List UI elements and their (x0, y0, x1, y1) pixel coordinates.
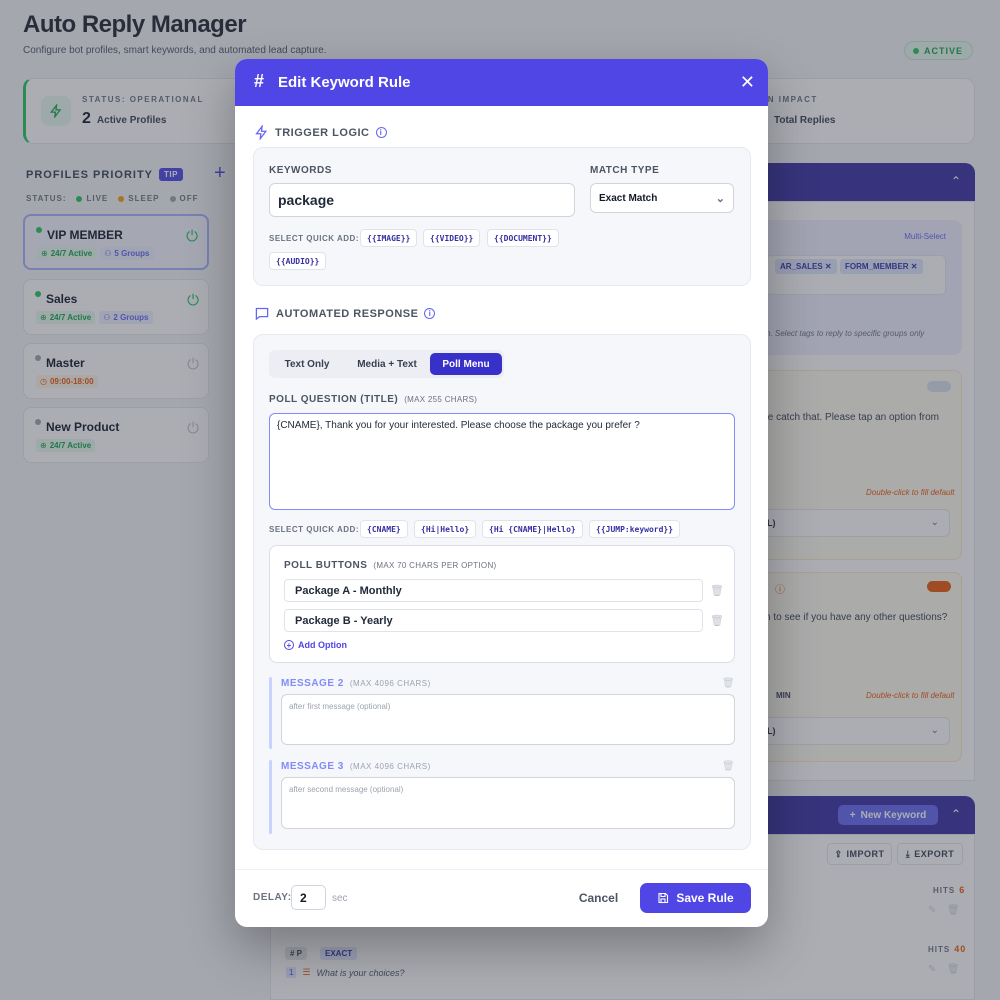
info-icon[interactable]: i (375, 127, 387, 138)
save-rule-button[interactable]: Save Rule (640, 883, 751, 913)
poll-option-input[interactable]: Package A - Monthly (284, 579, 703, 602)
message-icon (255, 307, 269, 321)
message3-label: MESSAGE 3 (MAX 4096 CHARS) (281, 761, 431, 772)
trigger-logic-heading: TRIGGER LOGIC i (254, 125, 387, 140)
trash-icon[interactable]: 🗑 (722, 761, 735, 772)
delay-unit: sec (332, 893, 348, 904)
message2-bar (269, 677, 272, 749)
quick-add-hi-hello[interactable]: {Hi|Hello} (414, 520, 477, 538)
message3-textarea[interactable]: after second message (optional) (281, 777, 735, 829)
poll-buttons-box: POLL BUTTONS (MAX 70 CHARS PER OPTION) Pa… (269, 545, 735, 663)
close-icon[interactable]: ✕ (740, 72, 755, 93)
quick-add-document[interactable]: {{DOCUMENT}} (487, 229, 559, 247)
quick-add-cname[interactable]: {CNAME} (360, 520, 408, 538)
message3-bar (269, 760, 272, 834)
message2-label: MESSAGE 2 (MAX 4096 CHARS) (281, 678, 431, 689)
keywords-input[interactable]: package (269, 183, 575, 217)
quick-add-label: SELECT QUICK ADD: (269, 525, 359, 534)
trash-icon[interactable]: 🗑 (710, 614, 724, 627)
quick-add-jump[interactable]: {{JUMP:keyword}} (589, 520, 681, 538)
quick-add-hi-cname[interactable]: {Hi {CNAME}|Hello} (482, 520, 583, 538)
info-icon[interactable]: i (424, 308, 436, 319)
trash-icon[interactable]: 🗑 (722, 678, 735, 689)
quick-add-audio[interactable]: {{AUDIO}} (269, 252, 327, 270)
match-type-select[interactable]: Exact Match ⌄ (590, 183, 734, 213)
poll-buttons-label: POLL BUTTONS (MAX 70 CHARS PER OPTION) (284, 560, 497, 571)
chevron-down-icon: ⌄ (715, 192, 725, 205)
edit-keyword-modal: # Edit Keyword Rule ✕ TRIGGER LOGIC i KE… (235, 59, 768, 927)
add-option-button[interactable]: + Add Option (284, 640, 347, 650)
message2-textarea[interactable]: after first message (optional) (281, 694, 735, 745)
response-type-tabs: Text Only Media + Text Poll Menu (269, 350, 504, 378)
modal-title: Edit Keyword Rule (278, 74, 411, 91)
poll-question-textarea[interactable]: {CNAME}, Thank you for your interested. … (269, 413, 735, 510)
keywords-label: KEYWORDS (269, 165, 332, 176)
hash-icon: # (254, 71, 265, 91)
save-icon (658, 892, 669, 904)
poll-option-input[interactable]: Package B - Yearly (284, 609, 703, 632)
quick-add-video[interactable]: {{VIDEO}} (423, 229, 481, 247)
poll-question-label: POLL QUESTION (TITLE) (MAX 255 CHARS) (269, 394, 478, 405)
modal-header: # Edit Keyword Rule ✕ (235, 59, 768, 106)
match-type-label: MATCH TYPE (590, 165, 660, 176)
tab-media-text[interactable]: Media + Text (345, 353, 429, 375)
modal-footer: DELAY: 2 sec Cancel Save Rule (235, 869, 768, 927)
delay-input[interactable]: 2 (291, 885, 326, 910)
quick-add-label: SELECT QUICK ADD: (269, 234, 359, 243)
plus-circle-icon: + (284, 640, 294, 650)
tab-poll-menu[interactable]: Poll Menu (430, 353, 502, 375)
cancel-button[interactable]: Cancel (572, 888, 625, 908)
delay-label: DELAY: (253, 892, 292, 903)
trash-icon[interactable]: 🗑 (710, 584, 724, 597)
bolt-icon (255, 125, 268, 140)
automated-response-heading: AUTOMATED RESPONSE i (254, 306, 436, 321)
tab-text-only[interactable]: Text Only (275, 353, 339, 375)
quick-add-image[interactable]: {{IMAGE}} (360, 229, 418, 247)
